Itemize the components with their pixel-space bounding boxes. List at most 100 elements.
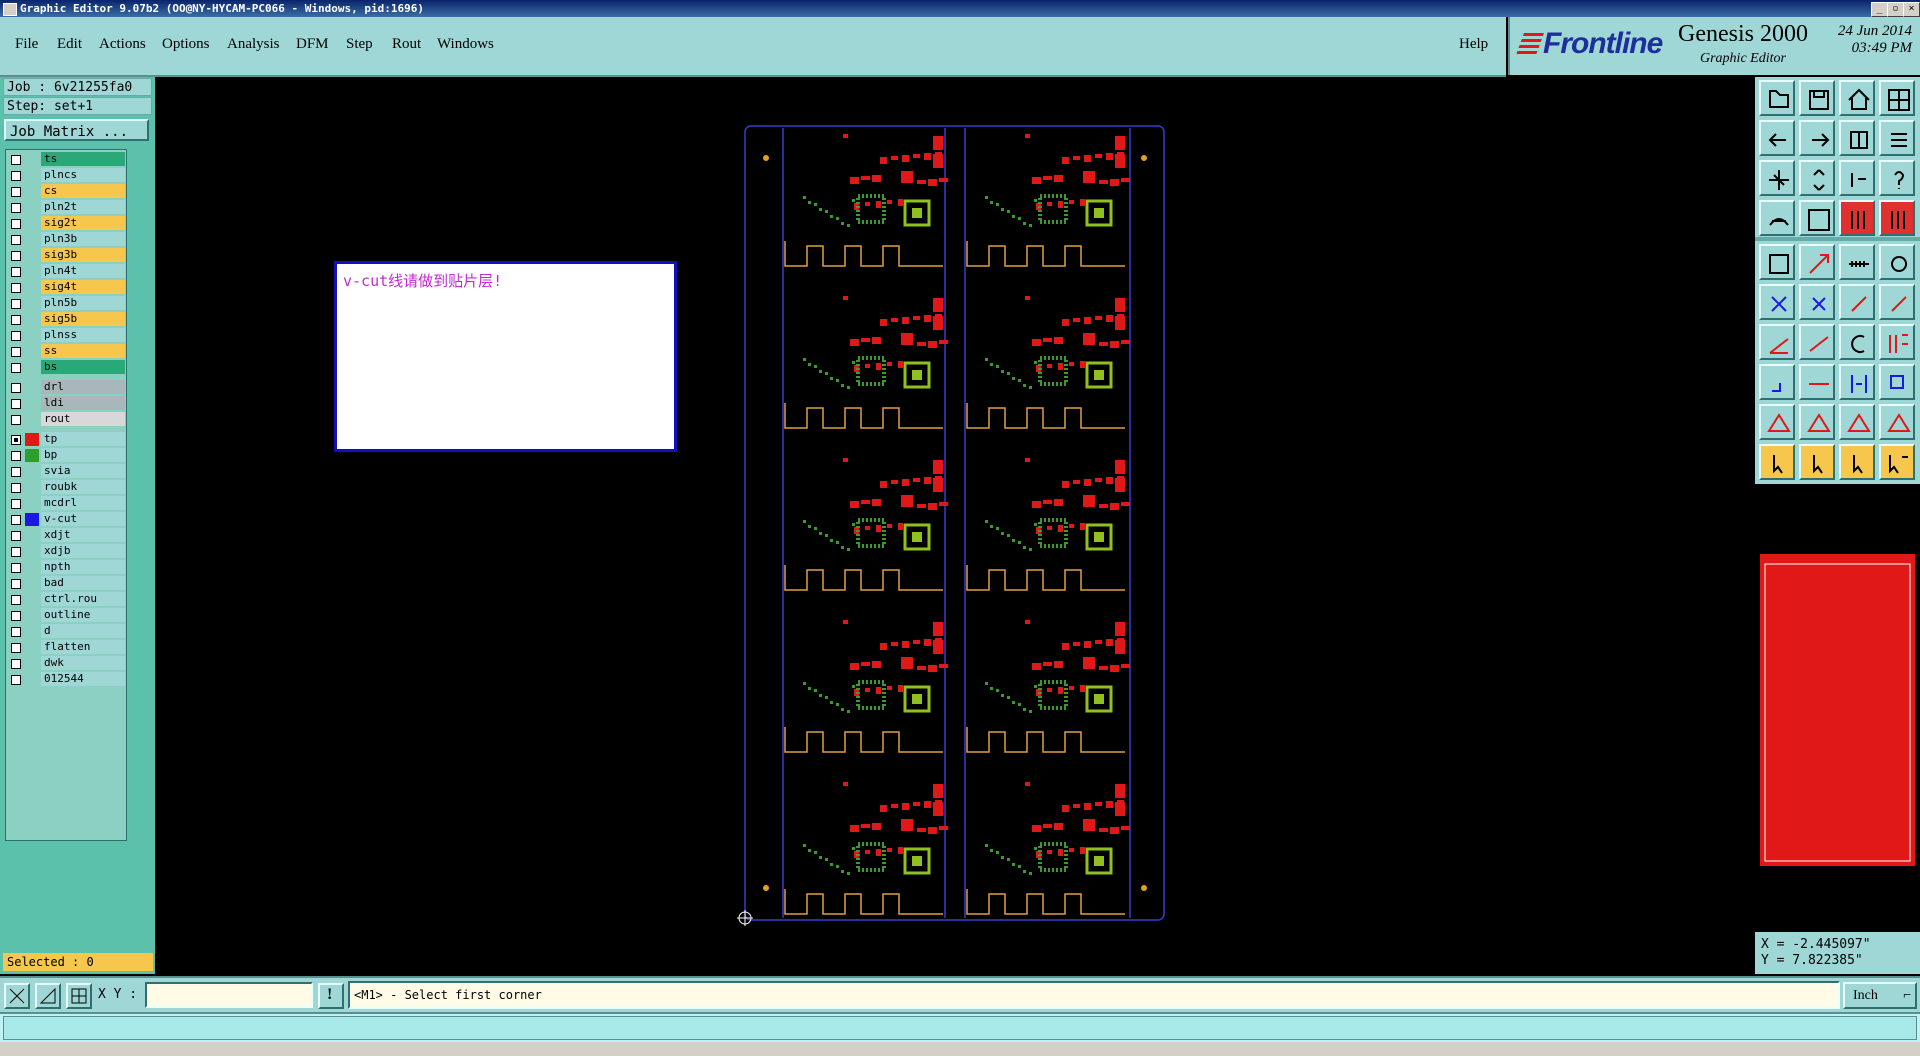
layer-name[interactable]: ss [41, 344, 125, 358]
zoom-step-button[interactable] [1799, 160, 1835, 196]
layer-row-pln3b[interactable]: pln3b [8, 232, 126, 247]
layer-name[interactable]: plnss [41, 328, 125, 342]
restore-button[interactable]: ▫ [1887, 2, 1904, 17]
layer-name[interactable]: outline [41, 608, 125, 622]
connect-button[interactable] [1759, 284, 1795, 320]
hand-button[interactable] [1759, 200, 1795, 236]
layer-name[interactable]: dwk [41, 656, 125, 670]
layer-name[interactable]: svia [41, 464, 125, 478]
layer-row-plncs[interactable]: plncs [8, 168, 126, 183]
layer-name[interactable]: v-cut [41, 512, 125, 526]
menu-help[interactable]: Help [1459, 36, 1488, 53]
layer-checkbox[interactable] [11, 203, 21, 213]
ruler-button[interactable] [1839, 244, 1875, 280]
query-button[interactable] [1879, 160, 1915, 196]
delete-button[interactable] [1799, 284, 1835, 320]
layer-checkbox[interactable] [11, 363, 21, 373]
layer-row-sig5b[interactable]: sig5b [8, 312, 126, 327]
layer-checkbox[interactable] [11, 531, 21, 541]
layer-row-bad[interactable]: bad [8, 576, 126, 591]
layer-name[interactable]: cs [41, 184, 125, 198]
triangle-2-button[interactable] [1799, 404, 1835, 440]
layer-checkbox[interactable] [11, 563, 21, 573]
layer-name[interactable]: pln2t [41, 200, 125, 214]
layer-checkbox[interactable] [11, 499, 21, 509]
layer-checkbox[interactable] [11, 399, 21, 409]
layer-row-dwk[interactable]: dwk [8, 656, 126, 671]
layer-row-d[interactable]: d [8, 624, 126, 639]
layer-row-flatten[interactable]: flatten [8, 640, 126, 655]
save-button[interactable] [1799, 80, 1835, 116]
snap-button[interactable] [1839, 120, 1875, 156]
layer-name[interactable]: drl [41, 380, 125, 394]
pad-button[interactable] [1879, 244, 1915, 280]
layer-checkbox[interactable] [11, 219, 21, 229]
layer-checkbox[interactable] [11, 611, 21, 621]
open-button[interactable] [1759, 80, 1795, 116]
note-box[interactable]: v-cut线请做到贴片层! [334, 261, 677, 452]
layer-name[interactable]: ts [41, 152, 125, 166]
layer-row-bs[interactable]: bs [8, 360, 126, 375]
layer-checkbox[interactable] [11, 235, 21, 245]
layer-checkbox[interactable] [11, 283, 21, 293]
menu-actions[interactable]: Actions [99, 36, 146, 53]
layer-name[interactable]: d [41, 624, 125, 638]
redraw-button[interactable] [1879, 120, 1915, 156]
select-net-button[interactable] [1879, 444, 1915, 480]
layer-checkbox[interactable] [11, 483, 21, 493]
layer-checkbox[interactable] [11, 347, 21, 357]
layer-row-ss[interactable]: ss [8, 344, 126, 359]
layer-row-npth[interactable]: npth [8, 560, 126, 575]
layer-checkbox[interactable] [11, 315, 21, 325]
layer-name[interactable]: 012544 [41, 672, 125, 686]
layer-name[interactable]: mcdrl [41, 496, 125, 510]
next-button[interactable] [1799, 120, 1835, 156]
menu-step[interactable]: Step [346, 36, 373, 53]
layer-row-drl[interactable]: drl [8, 380, 126, 395]
overview-map[interactable] [1755, 482, 1920, 934]
triangle-button[interactable] [1759, 404, 1795, 440]
layer-row-svia[interactable]: svia [8, 464, 126, 479]
layer-checkbox[interactable] [11, 451, 21, 461]
menu-windows[interactable]: Windows [437, 36, 494, 53]
menu-dfm[interactable]: DFM [296, 36, 329, 53]
layer-row-v-cut[interactable]: v-cut [8, 512, 126, 527]
layer-row-ts[interactable]: ts [8, 152, 126, 167]
layer-row-bp[interactable]: bp [8, 448, 126, 463]
triangle-3-button[interactable] [1839, 404, 1875, 440]
layer-row-sig4t[interactable]: sig4t [8, 280, 126, 295]
select-2-button[interactable] [1799, 444, 1835, 480]
layer-name[interactable]: bad [41, 576, 125, 590]
dfm-button[interactable] [1879, 324, 1915, 360]
resize-button[interactable] [1799, 244, 1835, 280]
layer-name[interactable]: pln3b [41, 232, 125, 246]
layer-name[interactable]: bs [41, 360, 125, 374]
layer-checkbox[interactable] [11, 627, 21, 637]
layer-checkbox[interactable] [11, 299, 21, 309]
layer-checkbox[interactable] [11, 155, 21, 165]
add-pad-button[interactable] [1759, 364, 1795, 400]
home-button[interactable] [1839, 80, 1875, 116]
scale-1-2-button[interactable] [1839, 160, 1875, 196]
menu-rout[interactable]: Rout [392, 36, 421, 53]
layer-checkbox[interactable] [11, 579, 21, 589]
line-angle-button[interactable] [1759, 324, 1795, 360]
move-2-button[interactable] [1879, 284, 1915, 320]
arc-button[interactable] [1839, 324, 1875, 360]
layer-checkbox[interactable] [11, 547, 21, 557]
menu-file[interactable]: File [15, 36, 38, 53]
layer-name[interactable]: sig3b [41, 248, 125, 262]
layer-checkbox[interactable] [11, 675, 21, 685]
menu-analysis[interactable]: Analysis [227, 36, 280, 53]
layer-name[interactable]: ldi [41, 396, 125, 410]
layer-row-pln4t[interactable]: pln4t [8, 264, 126, 279]
layer-row-rout[interactable]: rout [8, 412, 126, 427]
layer-row-cs[interactable]: cs [8, 184, 126, 199]
layer-checkbox[interactable] [11, 643, 21, 653]
layer-row-sig2t[interactable]: sig2t [8, 216, 126, 231]
grid-button[interactable] [1799, 200, 1835, 236]
layer-name[interactable]: pln5b [41, 296, 125, 310]
select-button[interactable] [1759, 444, 1795, 480]
layer-row-ldi[interactable]: ldi [8, 396, 126, 411]
layer-checkbox[interactable] [11, 659, 21, 669]
